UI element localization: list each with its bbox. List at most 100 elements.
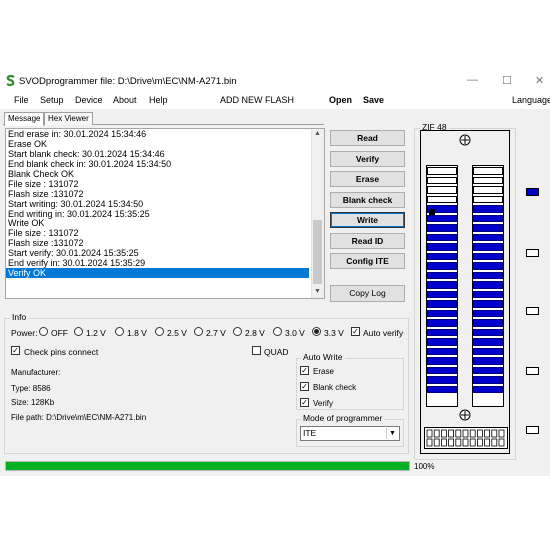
side-pin: [526, 307, 539, 315]
zif-left-pin: [427, 385, 457, 393]
message-log[interactable]: End erase in: 30.01.2024 15:34:46 Erase O…: [5, 128, 325, 299]
zif-right-pin: [473, 309, 503, 317]
power-radio[interactable]: [39, 327, 48, 336]
log-line[interactable]: Blank Check OK: [6, 169, 324, 179]
power-radio[interactable]: [115, 327, 124, 336]
tab-hex-viewer[interactable]: Hex Viewer: [44, 112, 93, 125]
auto-verify-checkbox[interactable]: ✓: [351, 327, 360, 336]
menu-setup[interactable]: Setup: [40, 95, 64, 105]
zif-right-pin: [473, 300, 503, 308]
minimize-button[interactable]: —: [467, 74, 478, 86]
log-line[interactable]: File size : 131072: [6, 179, 324, 189]
power-radio[interactable]: [155, 327, 164, 336]
power-label: Power:: [11, 328, 38, 338]
read-id-button[interactable]: Read ID: [330, 233, 405, 249]
auto-verify-write-checkbox[interactable]: ✓: [300, 398, 309, 407]
log-line[interactable]: Start writing: 30.01.2024 15:34:50: [6, 199, 324, 209]
zif-screw-bottom-icon: [459, 409, 471, 421]
maximize-button[interactable]: ☐: [502, 74, 512, 87]
log-line[interactable]: End blank check in: 30.01.2024 15:34:50: [6, 159, 324, 169]
read-button[interactable]: Read: [330, 130, 405, 146]
log-line[interactable]: Verify OK: [6, 268, 309, 278]
lever-cell: [440, 438, 447, 447]
check-pins-checkbox[interactable]: ✓: [11, 346, 20, 355]
power-radio[interactable]: [312, 327, 321, 336]
log-line[interactable]: Write OK: [6, 218, 324, 228]
log-line[interactable]: Flash size :131072: [6, 238, 324, 248]
zif-right-pin: [473, 385, 503, 393]
zif-right-pin: [473, 167, 503, 175]
zif-left-pin: [427, 338, 457, 346]
lever-cell: [462, 429, 469, 438]
zif-left-pin: [427, 195, 457, 203]
zif-left-pin: [427, 357, 457, 365]
log-line[interactable]: End verify in: 30.01.2024 15:35:29: [6, 258, 324, 268]
power-option-label: 3.3 V: [324, 328, 344, 338]
log-line[interactable]: End erase in: 30.01.2024 15:34:46: [6, 129, 324, 139]
auto-erase-checkbox[interactable]: ✓: [300, 366, 309, 375]
blank-check-button[interactable]: Blank check: [330, 192, 405, 208]
zif-right-pin: [473, 328, 503, 336]
menu-open[interactable]: Open: [329, 95, 352, 105]
scroll-up-icon[interactable]: ▲: [314, 130, 321, 137]
tab-message[interactable]: Message: [4, 112, 45, 126]
zif-left-pin: [427, 243, 457, 251]
scroll-thumb[interactable]: [313, 220, 322, 284]
zif-left-pin: [427, 271, 457, 279]
lever-cell: [484, 438, 490, 447]
mode-select[interactable]: ITE: [300, 426, 400, 441]
zif-screw-top-icon: [459, 134, 471, 146]
menu-about[interactable]: About: [113, 95, 137, 105]
copy-log-button[interactable]: Copy Log: [330, 285, 405, 302]
close-button[interactable]: ✕: [535, 74, 544, 87]
log-line[interactable]: Start blank check: 30.01.2024 15:34:46: [6, 149, 324, 159]
scroll-down-icon[interactable]: ▼: [314, 288, 321, 295]
mode-group-label: Mode of programmer: [301, 413, 385, 423]
menu-device[interactable]: Device: [75, 95, 103, 105]
log-line[interactable]: Erase OK: [6, 139, 324, 149]
lever-cell: [448, 429, 455, 438]
zif-left-pin: [427, 233, 457, 241]
log-line[interactable]: End writing in: 30.01.2024 15:35:25: [6, 209, 324, 219]
zif-left-pin: [427, 347, 457, 355]
power-radio[interactable]: [194, 327, 203, 336]
write-button[interactable]: Write: [330, 212, 405, 228]
quad-checkbox[interactable]: [252, 346, 261, 355]
log-lines: End erase in: 30.01.2024 15:34:46 Erase O…: [6, 129, 324, 278]
zif-right-pin: [473, 338, 503, 346]
zif-left-pin: [427, 319, 457, 327]
progress-text: 100%: [414, 462, 435, 471]
zif-right-pin: [473, 271, 503, 279]
power-radio[interactable]: [273, 327, 282, 336]
auto-blank-check-checkbox[interactable]: ✓: [300, 382, 309, 391]
erase-button[interactable]: Erase: [330, 171, 405, 187]
zif-right-pin: [473, 347, 503, 355]
lever-cell: [426, 429, 433, 438]
power-radio[interactable]: [233, 327, 242, 336]
menu-language[interactable]: Language: [512, 95, 550, 105]
side-pin: [526, 426, 539, 434]
file-path-text: File path: D:\Drive\m\EC\NM-A271.bin: [11, 413, 147, 422]
menu-help[interactable]: Help: [149, 95, 168, 105]
menu-file[interactable]: File: [14, 95, 29, 105]
lever-cell: [455, 438, 462, 447]
power-radio[interactable]: [74, 327, 83, 336]
menu-save[interactable]: Save: [363, 95, 384, 105]
side-pin: [526, 249, 539, 257]
log-line[interactable]: Start verify: 30.01.2024 15:35:25: [6, 248, 324, 258]
chevron-down-icon[interactable]: ▼: [386, 428, 398, 439]
zif-right-column: [472, 165, 504, 407]
auto-blank-check-label: Blank check: [313, 383, 357, 392]
menu-add-new-flash[interactable]: ADD NEW FLASH: [220, 95, 294, 105]
config-ite-button[interactable]: Config ITE: [330, 253, 405, 269]
manufacturer-text: Manufacturer:: [11, 368, 61, 377]
lever-cell: [462, 438, 469, 447]
lever-cell: [477, 438, 483, 447]
lever-cell: [477, 429, 483, 438]
verify-button[interactable]: Verify: [330, 151, 405, 167]
zif-left-pin: [427, 290, 457, 298]
zif-right-pin: [473, 205, 503, 213]
log-line[interactable]: Flash size :131072: [6, 189, 324, 199]
log-line[interactable]: File size : 131072: [6, 228, 324, 238]
power-option-label: 2.5 V: [167, 328, 187, 338]
